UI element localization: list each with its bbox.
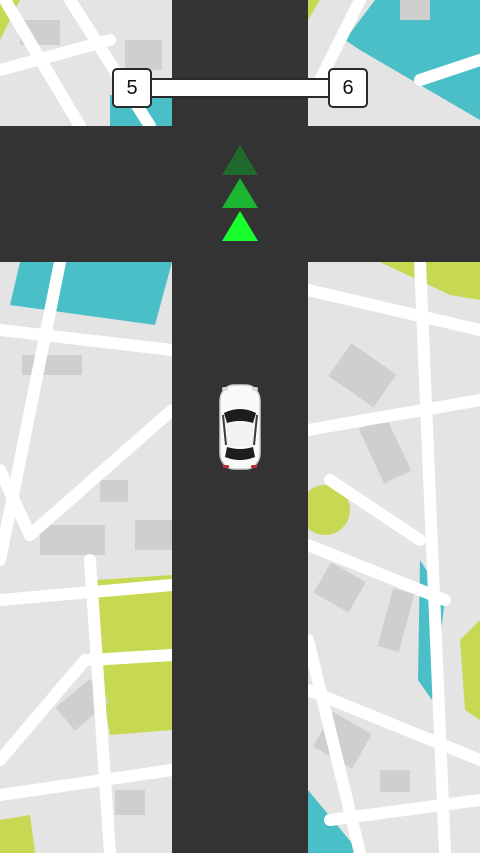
park-area-bottom-left (0, 815, 35, 853)
next-level-badge: 6 (328, 68, 368, 108)
level-progress-bar: 5 6 (112, 68, 368, 108)
arrow-up-icon (222, 211, 258, 241)
direction-arrows (222, 145, 258, 245)
arrow-up-icon (222, 145, 258, 175)
game-stage[interactable]: 5 6 (0, 0, 480, 853)
current-level-badge: 5 (112, 68, 152, 108)
arrow-up-icon (222, 178, 258, 208)
progress-track (146, 78, 334, 98)
white-car-icon[interactable] (218, 383, 262, 471)
